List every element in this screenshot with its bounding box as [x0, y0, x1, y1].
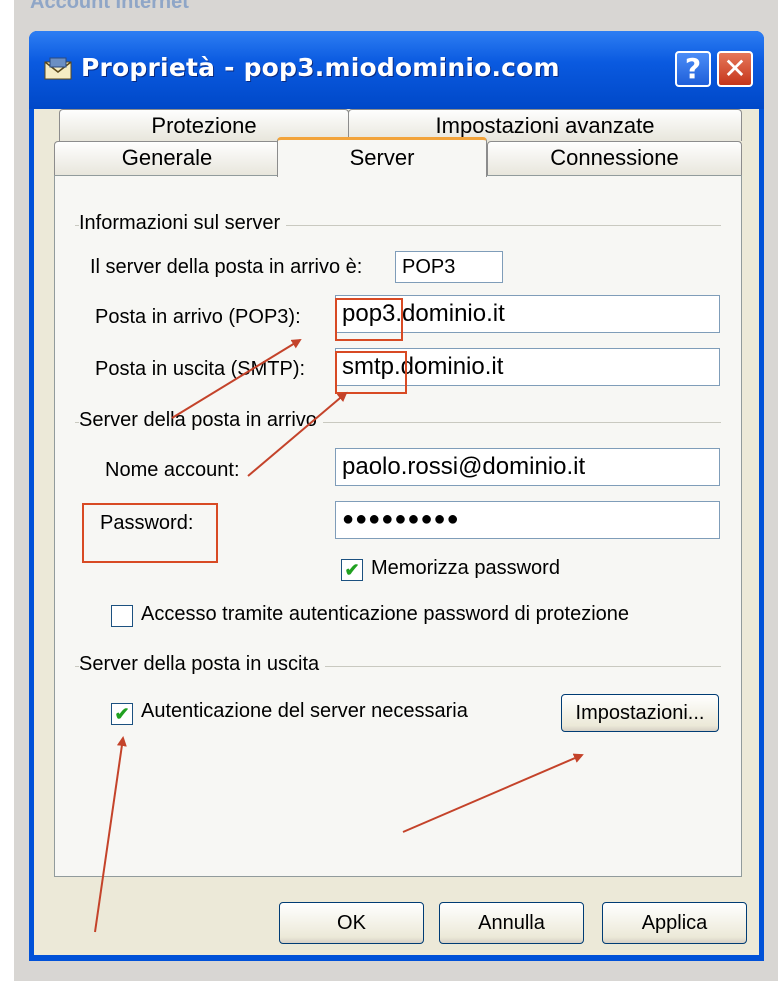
incoming-server-label: Posta in arrivo (POP3): — [95, 306, 301, 328]
apply-button[interactable]: Applica — [602, 902, 747, 944]
ok-button[interactable]: OK — [279, 902, 424, 944]
properties-dialog: Proprietà - pop3.miodominio.com ? ✕ Prot… — [29, 31, 764, 961]
spa-label: Accesso tramite autenticazione password … — [141, 603, 630, 625]
outgoing-settings-button[interactable]: Impostazioni... — [561, 694, 719, 732]
help-button[interactable]: ? — [675, 51, 711, 87]
title-bar[interactable]: Proprietà - pop3.miodominio.com ? ✕ — [29, 31, 764, 109]
cancel-button[interactable]: Annulla — [439, 902, 584, 944]
server-auth-label: Autenticazione del server necessaria — [141, 700, 468, 722]
outgoing-group-title: Server della posta in uscita — [79, 653, 326, 676]
remember-password-checkbox[interactable]: ✔ — [341, 559, 363, 581]
server-auth-checkbox[interactable]: ✔ — [111, 703, 133, 725]
remember-password-label: Memorizza password — [371, 557, 560, 579]
account-name-label: Nome account: — [105, 459, 240, 481]
incoming-group-title: Server della posta in arrivo — [79, 409, 323, 432]
tab-generale[interactable]: Generale — [54, 141, 280, 175]
outgoing-server-label: Posta in uscita (SMTP): — [95, 358, 306, 380]
annotation-box-password — [82, 503, 218, 563]
envelope-icon — [44, 57, 72, 80]
tab-connessione[interactable]: Connessione — [487, 141, 742, 175]
annotation-box-smtp — [335, 351, 407, 394]
tab-server[interactable]: Server — [277, 137, 487, 177]
password-input[interactable]: ●●●●●●●●● — [335, 501, 720, 539]
background-window-title: Account Internet — [30, 0, 189, 13]
spa-checkbox[interactable] — [111, 605, 133, 627]
annotation-box-pop3 — [335, 298, 403, 341]
close-button[interactable]: ✕ — [717, 51, 753, 87]
incoming-type-value: POP3 — [395, 251, 503, 283]
account-name-input[interactable]: paolo.rossi@dominio.it — [335, 448, 720, 486]
server-info-group-title: Informazioni sul server — [79, 212, 287, 235]
incoming-type-label: Il server della posta in arrivo è: — [90, 256, 363, 278]
window-title: Proprietà - pop3.miodominio.com — [81, 53, 560, 82]
